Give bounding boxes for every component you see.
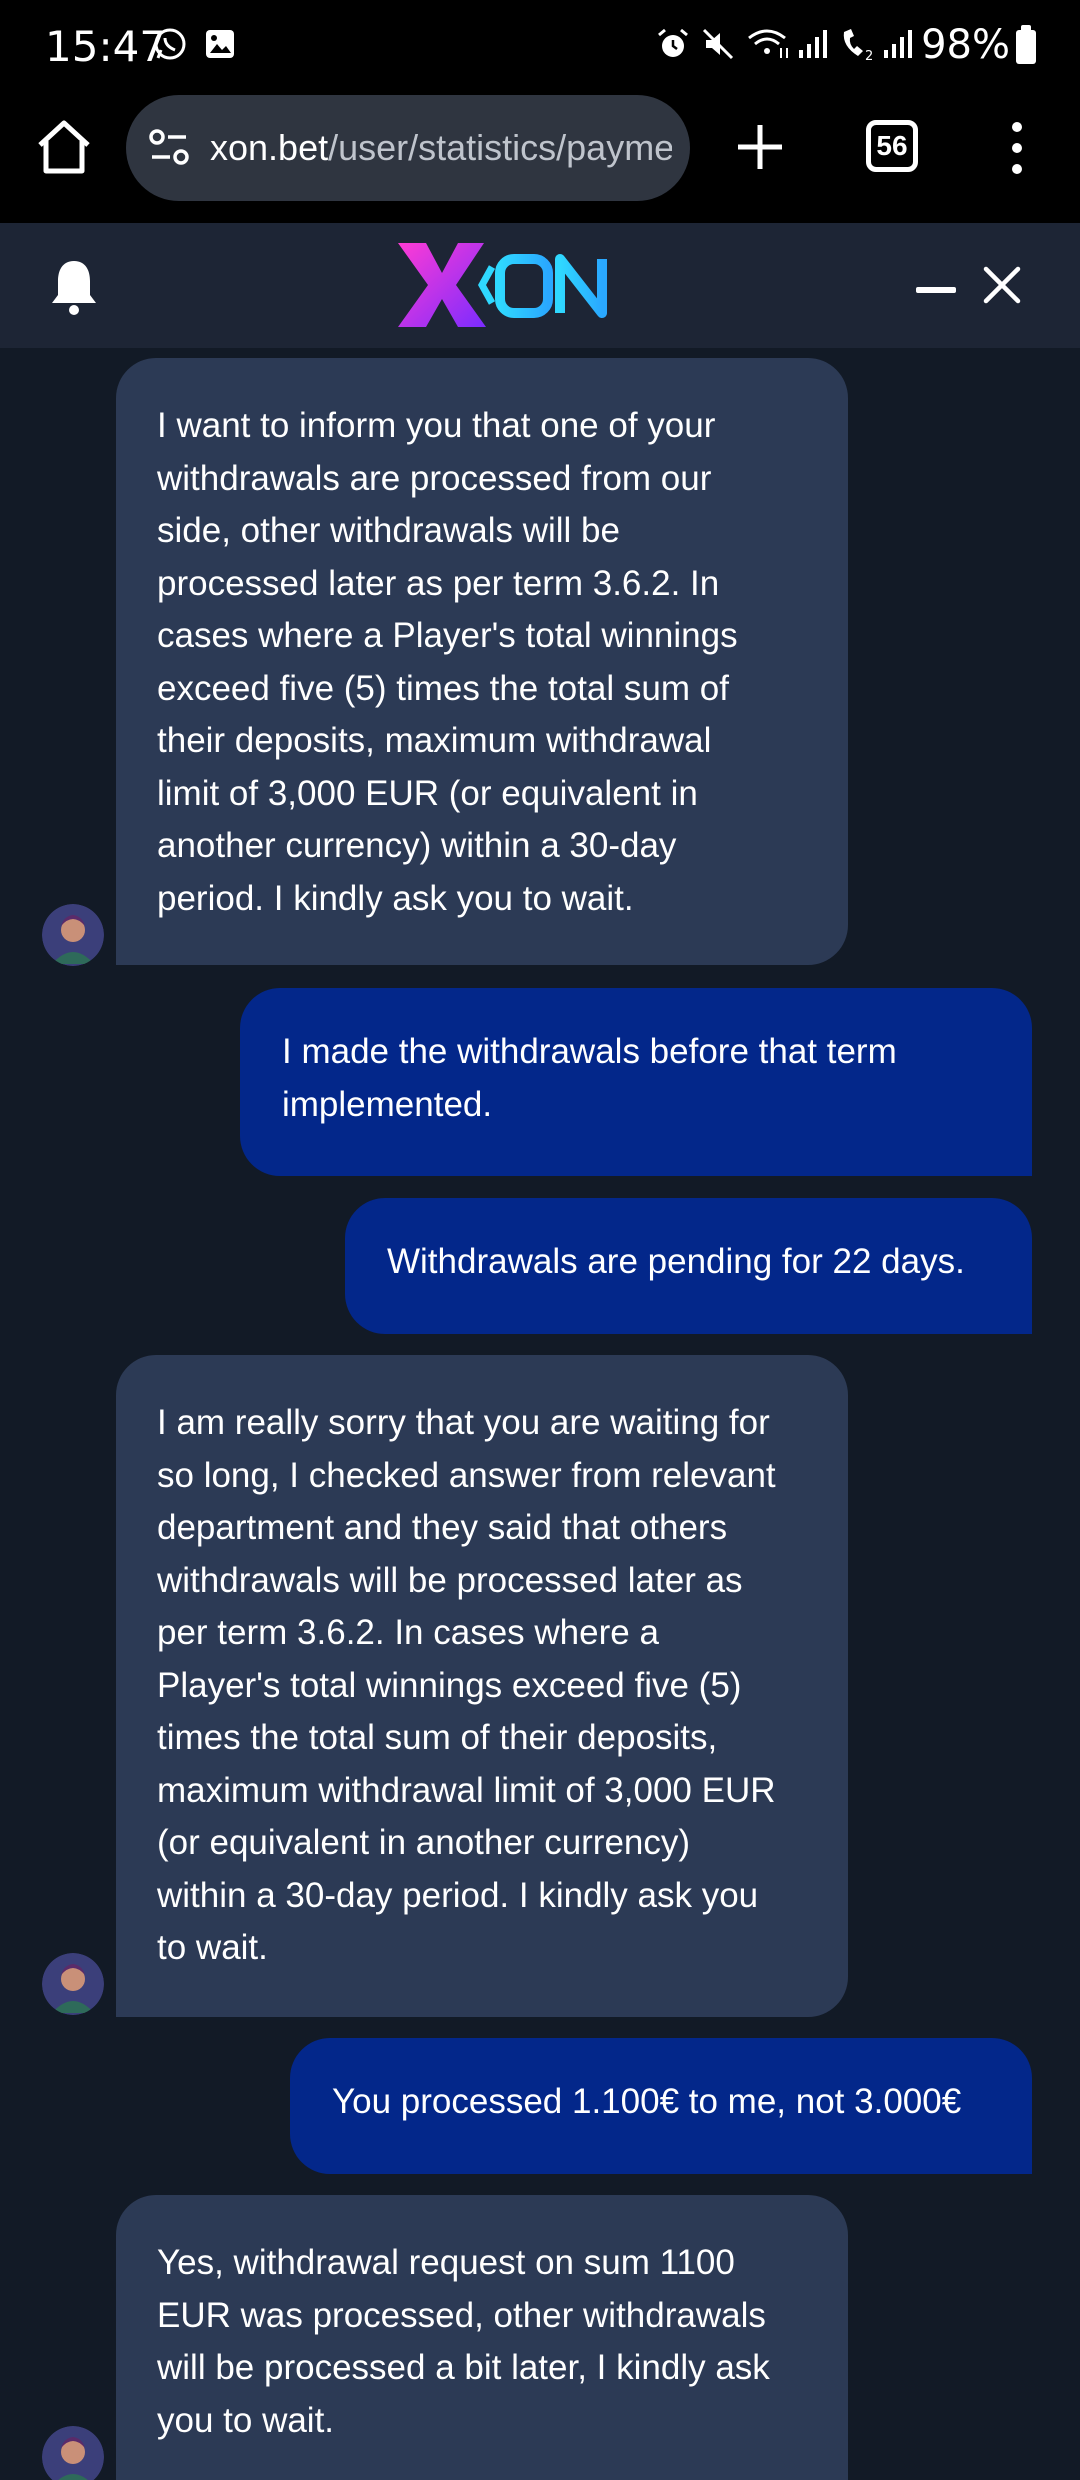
browser-toolbar: xon.bet/user/statistics/paymer 56 <box>0 95 1080 223</box>
address-bar[interactable]: xon.bet/user/statistics/paymer <box>126 95 690 201</box>
user-message: You processed 1.100€ to me, not 3.000€ <box>290 2038 1032 2174</box>
message-line: cases where a Player's total winnings <box>157 616 738 655</box>
new-tab-icon[interactable] <box>730 117 790 177</box>
message-line: processed later as per term 3.6.2. In <box>157 563 720 603</box>
close-icon[interactable] <box>982 265 1022 305</box>
alarm-icon <box>658 28 688 57</box>
message-line: withdrawals will be processed later as <box>157 1560 743 1600</box>
status-bar: 15:47 2 98% <box>0 0 1080 95</box>
url-text: xon.bet/user/statistics/paymer <box>210 127 672 169</box>
message-line: You processed 1.100€ to me, not 3.000€ <box>332 2082 962 2121</box>
user-message: Withdrawals are pending for 22 days. <box>345 1198 1032 1334</box>
signal-icon <box>799 30 827 58</box>
message-line: Withdrawals are pending for 22 days. <box>387 1242 965 1281</box>
message-line: times the total sum of their deposits, <box>157 1718 718 1757</box>
battery-icon <box>1016 25 1036 64</box>
message-line: EUR was processed, other withdrawals <box>157 2295 766 2335</box>
message-line: to wait. <box>157 1928 268 1967</box>
message-line: side, other withdrawals will be <box>157 511 620 550</box>
message-line: another currency) within a 30-day <box>157 826 677 865</box>
more-menu-icon[interactable] <box>1000 117 1034 179</box>
message-line: within a 30-day period. I kindly ask you <box>157 1875 759 1915</box>
message-line: exceed five (5) times the total sum of <box>157 668 729 708</box>
minimize-button[interactable] <box>916 283 960 293</box>
agent-avatar <box>42 904 104 966</box>
message-line: Yes, withdrawal request on sum 1100 <box>157 2243 735 2282</box>
agent-message: I want to inform you that one of your wi… <box>116 358 848 965</box>
chat-header <box>0 223 1080 348</box>
whatsapp-icon <box>154 28 186 60</box>
message-line: per term 3.6.2. In cases where a <box>157 1613 659 1652</box>
gallery-icon <box>206 30 234 58</box>
agent-avatar <box>42 1953 104 2015</box>
message-line: I am really sorry that you are waiting f… <box>157 1403 770 1442</box>
site-settings-icon[interactable] <box>146 125 192 171</box>
message-line: I want to inform you that one of your <box>157 406 716 445</box>
tab-switcher-button[interactable]: 56 <box>866 120 918 172</box>
message-line: you to wait. <box>157 2400 335 2440</box>
message-line: Player's total winnings exceed five (5) <box>157 1665 742 1705</box>
url-path: /user/statistics/paymer <box>328 127 672 168</box>
message-line: withdrawals are processed from our <box>157 458 712 498</box>
wifi-icon <box>748 29 788 58</box>
agent-message: Yes, withdrawal request on sum 1100 EUR … <box>116 2195 848 2480</box>
message-line: (or equivalent in another currency) <box>157 1823 691 1862</box>
message-line: period. I kindly ask you to wait. <box>157 878 634 918</box>
wifi-call-icon: 2 <box>843 29 873 62</box>
battery-percent: 98% <box>921 22 1010 68</box>
message-line: so long, I checked answer from relevant <box>157 1455 776 1495</box>
user-message: I made the withdrawals before that term … <box>240 988 1032 1176</box>
home-icon[interactable] <box>32 115 96 179</box>
minimize-icon <box>916 287 956 293</box>
mute-icon <box>702 28 734 60</box>
svg-text:2: 2 <box>865 49 873 62</box>
message-line: their deposits, maximum withdrawal <box>157 721 712 760</box>
agent-avatar <box>42 2426 104 2480</box>
bell-icon[interactable] <box>48 257 100 317</box>
url-domain: xon.bet <box>210 127 329 168</box>
message-line: maximum withdrawal limit of 3,000 EUR <box>157 1770 776 1810</box>
message-line: limit of 3,000 EUR (or equivalent in <box>157 773 698 813</box>
message-line: I made the withdrawals before that term <box>282 1032 897 1071</box>
signal-icon <box>884 30 912 58</box>
message-line: implemented. <box>282 1084 493 1124</box>
message-line: will be processed a bit later, I kindly … <box>157 2348 770 2387</box>
status-time: 15:47 <box>45 22 167 71</box>
message-line: department and they said that others <box>157 1508 728 1547</box>
xon-logo <box>398 243 607 327</box>
agent-message: I am really sorry that you are waiting f… <box>116 1355 848 2017</box>
